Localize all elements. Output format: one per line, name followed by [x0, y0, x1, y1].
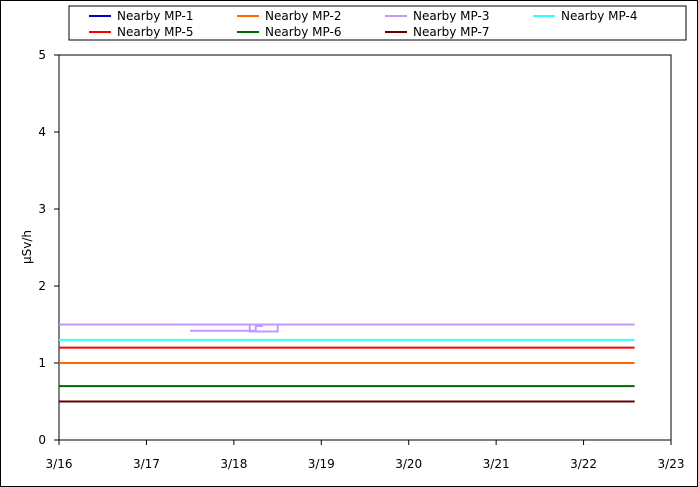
- x-tick-label: 3/21: [483, 457, 510, 471]
- x-tick-label: 3/20: [395, 457, 422, 471]
- y-axis-title: μSv/h: [20, 230, 34, 264]
- legend-label-2: Nearby MP-2: [265, 9, 341, 23]
- y-tick-label: 1: [38, 356, 46, 370]
- x-tick-label: 3/16: [46, 457, 73, 471]
- y-tick-label: 2: [38, 279, 46, 293]
- legend-label-6: Nearby MP-6: [265, 25, 341, 39]
- legend-label-7: Nearby MP-7: [413, 25, 489, 39]
- legend-label-4: Nearby MP-4: [561, 9, 637, 23]
- x-tick-label: 3/22: [570, 457, 597, 471]
- legend-label-1: Nearby MP-1: [117, 9, 193, 23]
- line-chart: 0 1 2 3 4 5 3/16 3/17 3/18 3/19 3/20 3/21 3/22 3/23 μS…: [20, 5, 687, 471]
- x-tick-label: 3/18: [220, 457, 247, 471]
- legend-label-5: Nearby MP-5: [117, 25, 193, 39]
- x-tick-label: 3/23: [658, 457, 685, 471]
- y-tick-label: 3: [38, 202, 46, 216]
- y-tick-label: 5: [38, 48, 46, 62]
- x-tick-label: 3/17: [133, 457, 160, 471]
- y-tick-label: 4: [38, 125, 46, 139]
- legend-label-3: Nearby MP-3: [413, 9, 489, 23]
- plot-area: [58, 54, 672, 441]
- y-tick-label: 0: [38, 433, 46, 447]
- x-tick-label: 3/19: [308, 457, 335, 471]
